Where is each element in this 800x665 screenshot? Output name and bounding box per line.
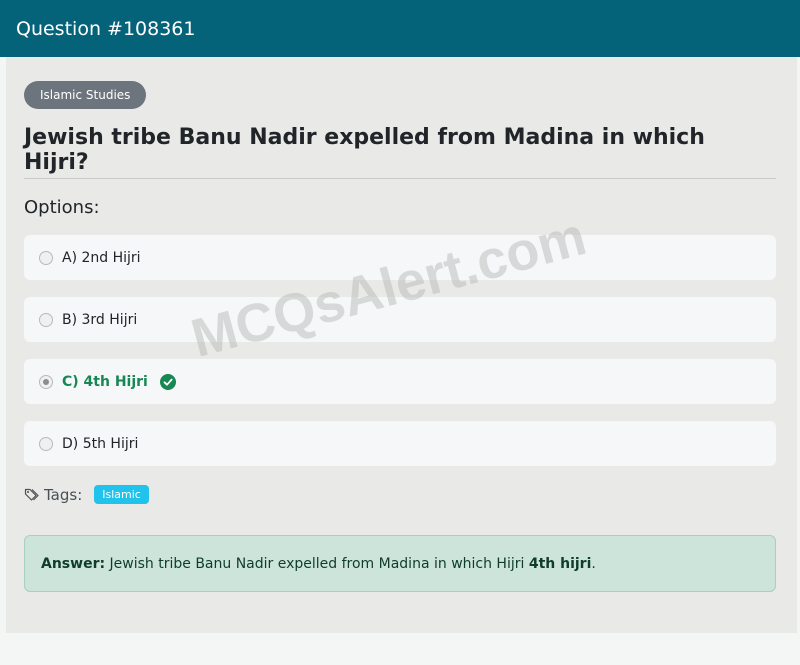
page-header: Question #108361 bbox=[0, 0, 800, 57]
option-a-radio[interactable] bbox=[39, 250, 53, 265]
question-text: Jewish tribe Banu Nadir expelled from Ma… bbox=[24, 125, 705, 175]
option-b-label: B) 3rd Hijri bbox=[62, 311, 138, 328]
tags-row: Tags: Islamic bbox=[24, 485, 149, 504]
option-d-label: D) 5th Hijri bbox=[62, 435, 139, 452]
option-b-radio[interactable] bbox=[39, 312, 53, 327]
option-d-radio[interactable] bbox=[39, 436, 53, 451]
check-circle-icon bbox=[159, 373, 176, 390]
question-card: Islamic Studies Jewish tribe Banu Nadir … bbox=[6, 57, 797, 633]
option-a[interactable]: A) 2nd Hijri bbox=[24, 235, 776, 280]
option-d[interactable]: D) 5th Hijri bbox=[24, 421, 776, 466]
option-b[interactable]: B) 3rd Hijri bbox=[24, 297, 776, 342]
option-c[interactable]: C) 4th Hijri bbox=[24, 359, 776, 404]
options-heading: Options: bbox=[24, 197, 100, 218]
divider bbox=[24, 178, 776, 179]
answer-box: Answer: Jewish tribe Banu Nadir expelled… bbox=[24, 535, 776, 592]
option-c-label: C) 4th Hijri bbox=[62, 373, 148, 390]
answer-text: Jewish tribe Banu Nadir expelled from Ma… bbox=[109, 555, 525, 572]
answer-prefix: Answer: bbox=[41, 555, 106, 572]
category-badge[interactable]: Islamic Studies bbox=[24, 81, 147, 109]
tag-islamic[interactable]: Islamic bbox=[94, 485, 149, 504]
page-title: Question #108361 bbox=[16, 17, 196, 40]
answer-suffix: . bbox=[591, 555, 596, 572]
tags-label: Tags: bbox=[44, 485, 83, 504]
option-a-label: A) 2nd Hijri bbox=[62, 249, 141, 266]
answer-value: 4th hijri bbox=[528, 555, 592, 572]
tags-icon bbox=[24, 488, 39, 501]
option-c-radio[interactable] bbox=[39, 374, 53, 389]
